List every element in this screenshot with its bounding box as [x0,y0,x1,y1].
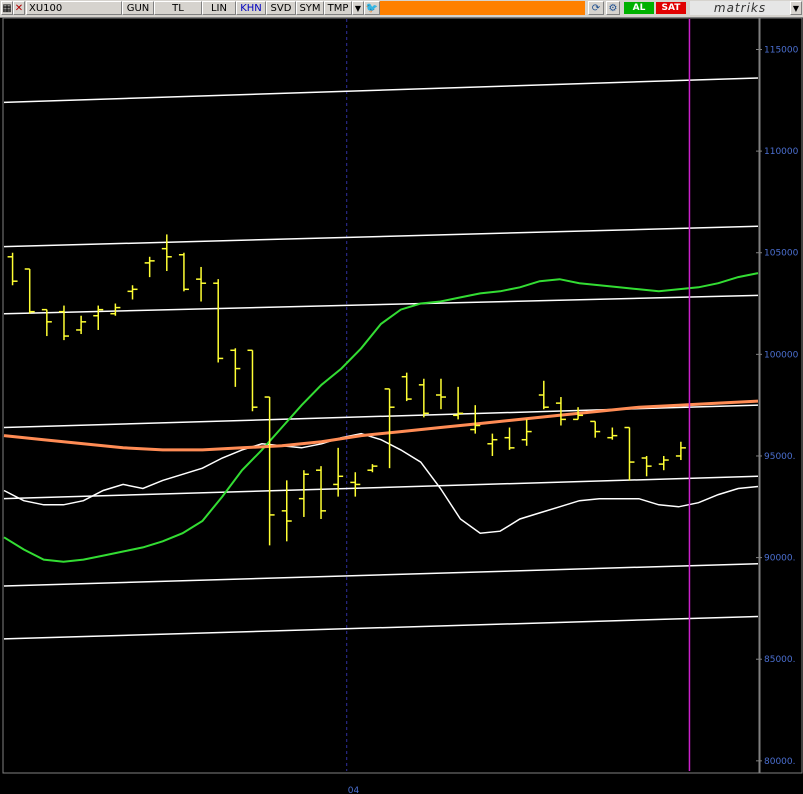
close-icon[interactable]: ✕ [13,1,25,15]
y-tick-label: 80000. [764,757,796,767]
x-tick-label: 04 [348,786,360,794]
volume-button[interactable]: SVD [266,1,296,15]
y-tick-label: 95000. [764,452,796,462]
brand-logo: matriks [690,1,790,15]
refresh-icon[interactable]: ⟳ [588,1,604,15]
x-axis: 04 [348,786,360,794]
y-tick-label: 115000 [764,45,799,55]
y-tick-label: 110000 [764,147,799,157]
buy-button[interactable]: AL [624,2,654,14]
khn-button[interactable]: KHN [236,1,266,15]
symbol-button[interactable]: SYM [296,1,324,15]
y-tick-label: 105000 [764,249,799,259]
y-tick-label: 100000 [764,350,799,360]
twitter-icon[interactable]: 🐦 [364,1,380,15]
y-tick-label: 85000. [764,655,796,665]
menu-icon[interactable]: ▼ [790,1,802,15]
chart-toolbar: ▦ ✕ XU100 GUN TL LIN KHN SVD SYM TMP ▼ 🐦… [0,0,803,18]
template-button[interactable]: TMP [324,1,352,15]
currency-button[interactable]: TL [154,1,202,15]
plot-area[interactable] [2,17,760,774]
symbol-field[interactable]: XU100 [26,1,122,15]
scale-button[interactable]: LIN [202,1,236,15]
toolbar-spacer [380,1,585,15]
dropdown-icon[interactable]: ▼ [352,1,364,15]
grid-icon[interactable]: ▦ [1,1,13,15]
y-tick-label: 90000. [764,554,796,564]
period-button[interactable]: GUN [122,1,154,15]
settings-icon[interactable]: ⚙ [606,1,620,15]
price-chart[interactable]: 80000. 85000. 90000. 95000. 100000 105000 1100… [0,17,803,794]
sell-button[interactable]: SAT [656,2,686,14]
